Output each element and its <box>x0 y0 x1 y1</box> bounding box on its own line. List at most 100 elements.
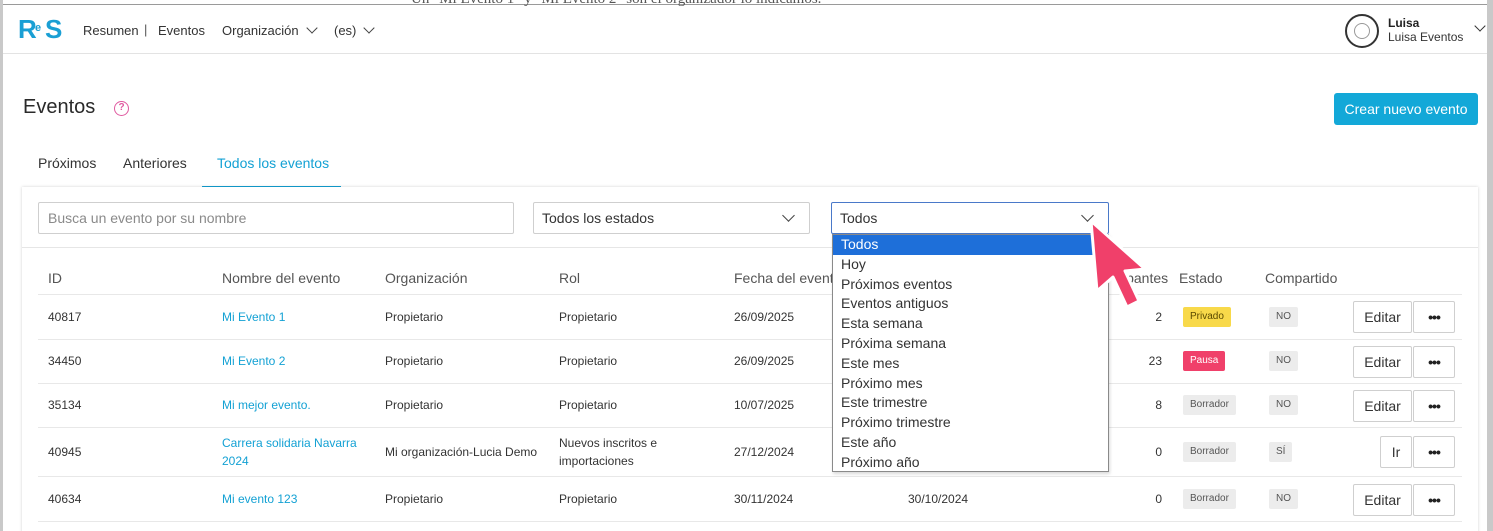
search-input[interactable] <box>38 202 514 234</box>
cell-role: Propietario <box>559 310 618 324</box>
user-name: Luisa <box>1388 16 1420 30</box>
top-navbar: R e S Resumen | Eventos Organización (es… <box>3 6 1487 54</box>
col-header-status[interactable]: Estado <box>1179 270 1223 286</box>
edit-button[interactable]: Editar <box>1353 390 1412 422</box>
dropdown-option[interactable]: Este año <box>833 433 1108 453</box>
dropdown-option[interactable]: Todos <box>833 235 1108 255</box>
col-header-name[interactable]: Nombre del evento <box>222 270 340 286</box>
user-avatar-icon[interactable] <box>1345 14 1379 48</box>
cell-organization: Propietario <box>385 354 444 368</box>
col-header-organization[interactable]: Organización <box>385 270 468 286</box>
cell-date: 26/09/2025 <box>734 310 795 324</box>
header-divider <box>38 294 1462 295</box>
user-menu-chevron-icon[interactable] <box>1474 20 1486 32</box>
cell-date: 26/09/2025 <box>734 354 795 368</box>
more-options-button[interactable]: ••• <box>1413 346 1455 378</box>
more-options-button[interactable]: ••• <box>1413 390 1455 422</box>
more-options-button[interactable]: ••• <box>1413 484 1455 516</box>
col-header-date[interactable]: Fecha del evento <box>734 270 841 286</box>
nav-organizacion-label: Organización <box>222 23 299 38</box>
status-badge: Pausa <box>1183 351 1226 371</box>
col-header-shared[interactable]: Compartido <box>1265 270 1337 286</box>
row-divider <box>38 383 1462 384</box>
dropdown-option[interactable]: Hoy <box>833 255 1108 275</box>
shared-badge: NO <box>1269 489 1298 509</box>
cell-role-line2: importaciones <box>559 454 634 468</box>
nav-separator: | <box>144 22 148 37</box>
event-name-link[interactable]: Carrera solidaria Navarra <box>222 434 357 452</box>
tab-todos-los-eventos[interactable]: Todos los eventos <box>217 155 329 171</box>
cell-id: 34450 <box>48 354 82 368</box>
cell-participants: 8 <box>1155 398 1162 412</box>
dropdown-option[interactable]: Este mes <box>833 354 1108 374</box>
cell-participants: 0 <box>1155 445 1162 459</box>
cell-role: Nuevos inscritos e <box>559 436 658 450</box>
row-divider <box>38 476 1462 477</box>
cell-role: Propietario <box>559 398 618 412</box>
user-organization: Luisa Eventos <box>1388 30 1464 44</box>
res-logo[interactable]: R e S <box>18 14 64 44</box>
cell-date: 10/07/2025 <box>734 398 795 412</box>
nav-organizacion[interactable]: Organización <box>222 22 318 38</box>
event-name-link[interactable]: Mi evento 123 <box>222 490 297 508</box>
row-divider <box>38 427 1462 428</box>
svg-text:e: e <box>35 22 41 34</box>
cell-role: Propietario <box>559 492 618 506</box>
dropdown-option[interactable]: Este trimestre <box>833 393 1108 413</box>
shared-badge: NO <box>1269 351 1298 371</box>
nav-eventos[interactable]: Eventos <box>158 23 205 38</box>
dropdown-option[interactable]: Próximo mes <box>833 374 1108 394</box>
row-divider <box>38 521 1462 522</box>
top-strip: Un "Mi Evento 1" y "Mi Evento 2" son el … <box>3 0 1487 7</box>
go-button[interactable]: Ir <box>1380 436 1412 468</box>
shared-badge: SÍ <box>1269 442 1293 462</box>
event-name-link[interactable]: Mi Evento 1 <box>222 308 285 326</box>
cell-date: 30/11/2024 <box>734 492 794 506</box>
status-filter-value: Todos los estados <box>542 210 655 226</box>
filter-divider <box>22 247 1478 248</box>
dropdown-option[interactable]: Eventos antiguos <box>833 294 1108 314</box>
date-filter-dropdown: Todos Hoy Próximos eventos Eventos antiguos… <box>832 234 1109 472</box>
cell-participants: 0 <box>1155 492 1162 506</box>
cell-date-secondary: 30/10/2024 <box>908 492 969 506</box>
nav-language-label: (es) <box>334 23 357 38</box>
dropdown-option[interactable]: Próxima semana <box>833 334 1108 354</box>
svg-text:S: S <box>45 14 62 44</box>
app-window: Un "Mi Evento 1" y "Mi Evento 2" son el … <box>0 0 1493 531</box>
dropdown-option[interactable]: Próximos eventos <box>833 275 1108 295</box>
pointer-arrow-icon <box>1089 219 1147 309</box>
cell-id: 40817 <box>48 310 82 324</box>
nav-resumen[interactable]: Resumen <box>83 23 139 38</box>
tab-proximos[interactable]: Próximos <box>38 155 96 171</box>
cell-id: 40945 <box>48 445 82 459</box>
date-filter-select[interactable]: Todos <box>831 202 1109 234</box>
chevron-down-icon <box>363 22 376 34</box>
dropdown-option[interactable]: Esta semana <box>833 314 1108 334</box>
nav-language[interactable]: (es) <box>334 22 376 38</box>
col-header-id[interactable]: ID <box>48 270 62 286</box>
edit-button[interactable]: Editar <box>1353 301 1412 333</box>
user-avatar-inner <box>1354 23 1370 39</box>
tab-anteriores[interactable]: Anteriores <box>123 155 187 171</box>
edit-button[interactable]: Editar <box>1353 346 1412 378</box>
cell-organization: Mi organización-Lucia Demo <box>385 445 538 459</box>
status-badge: Borrador <box>1183 442 1236 462</box>
col-header-role[interactable]: Rol <box>559 270 580 286</box>
status-filter-select[interactable]: Todos los estados <box>533 202 810 234</box>
event-name-link[interactable]: Mi Evento 2 <box>222 352 285 370</box>
cell-id: 40634 <box>48 492 82 506</box>
create-event-button[interactable]: Crear nuevo evento <box>1334 93 1478 125</box>
help-circle-icon[interactable]: ? <box>114 101 129 116</box>
cell-role: Propietario <box>559 354 618 368</box>
page-title: Eventos <box>23 96 96 118</box>
more-options-button[interactable]: ••• <box>1413 436 1455 468</box>
event-name-link-line2[interactable]: 2024 <box>222 452 249 470</box>
chevron-down-icon <box>305 22 318 34</box>
more-options-button[interactable]: ••• <box>1413 301 1455 333</box>
status-badge: Borrador <box>1183 395 1236 415</box>
dropdown-option[interactable]: Próximo trimestre <box>833 413 1108 433</box>
event-name-link[interactable]: Mi mejor evento. <box>222 396 311 414</box>
chevron-down-icon <box>782 209 795 222</box>
edit-button[interactable]: Editar <box>1353 484 1412 516</box>
dropdown-option[interactable]: Próximo año <box>833 453 1108 473</box>
